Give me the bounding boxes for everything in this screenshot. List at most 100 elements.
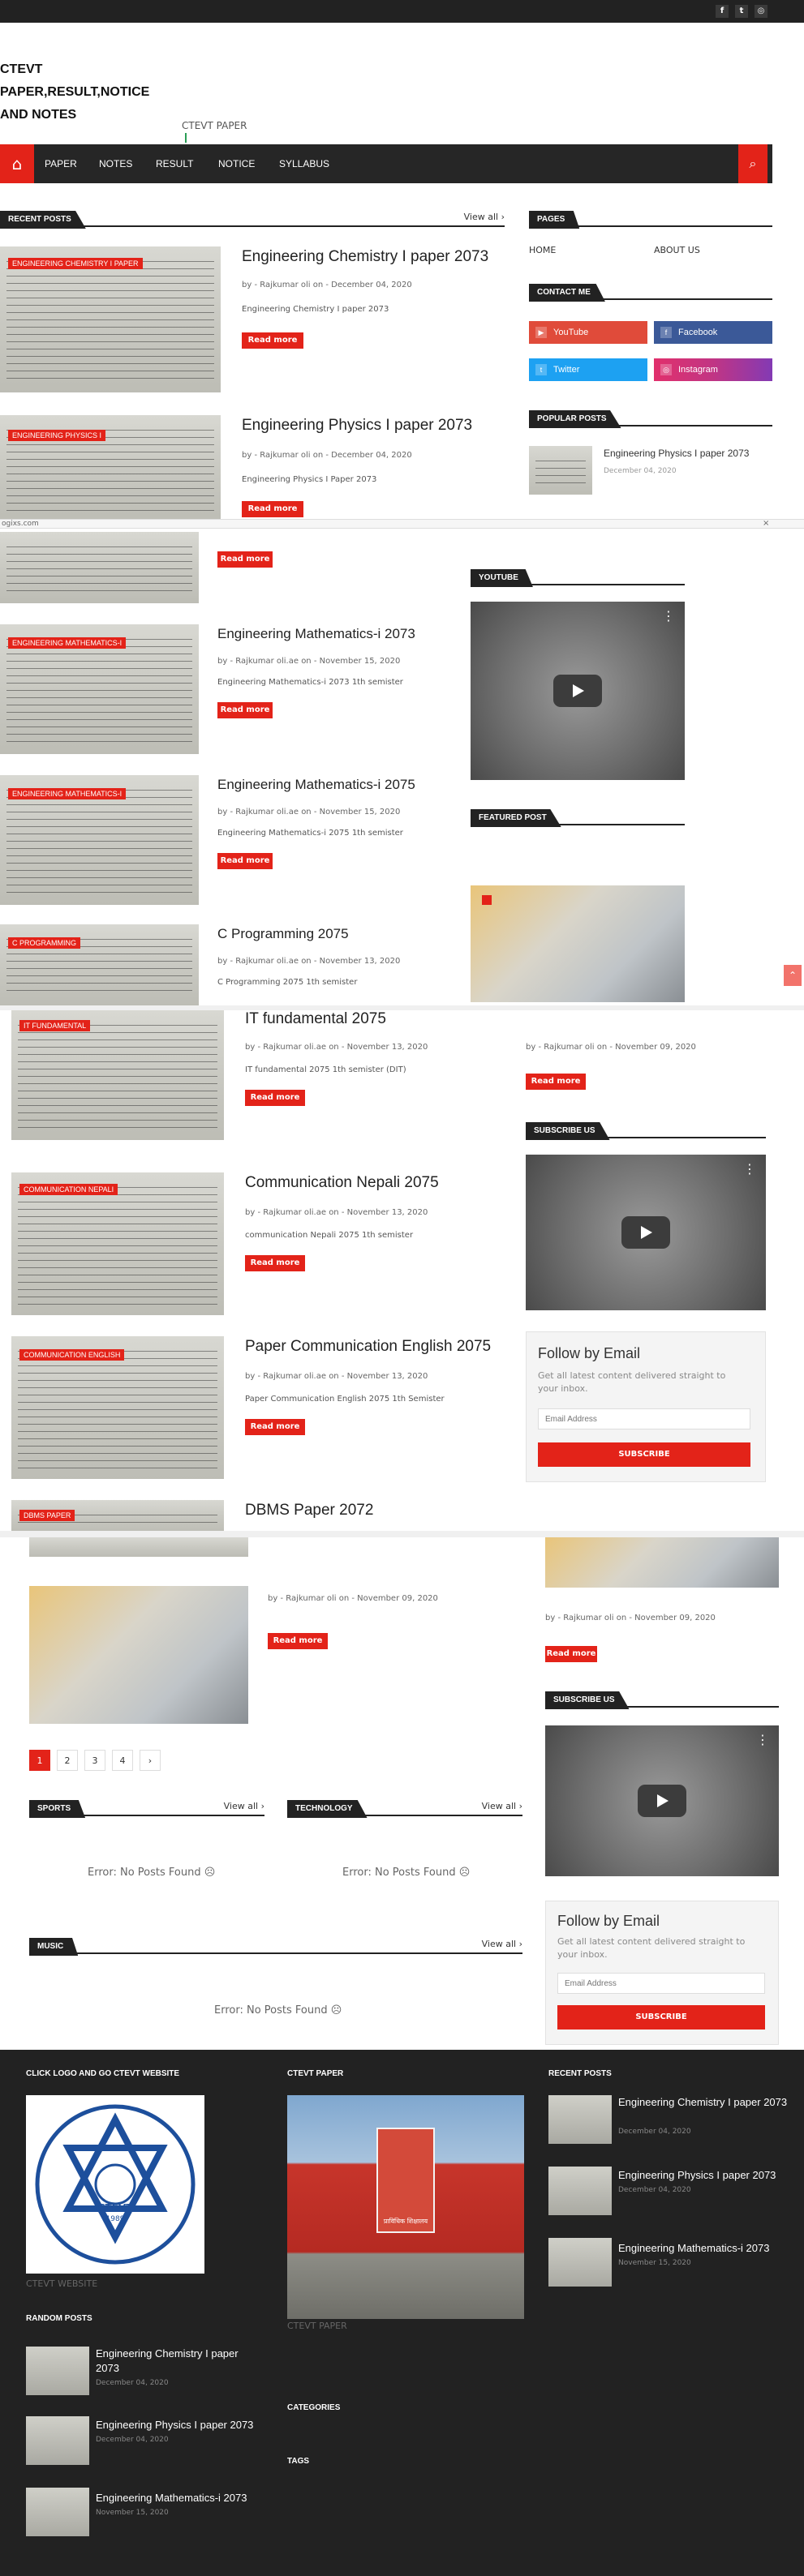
recent-post-title[interactable]: Engineering Physics I paper 2073 <box>618 2168 797 2183</box>
random-post-thumbnail[interactable] <box>26 2488 89 2536</box>
post-title[interactable]: Paper Communication English 2075 <box>245 1338 491 1356</box>
play-icon[interactable] <box>638 1785 686 1817</box>
next-page-button[interactable]: › <box>140 1750 161 1771</box>
nav-item-notes[interactable]: NOTES <box>99 144 132 183</box>
category-badge[interactable]: ENGINEERING MATHEMATICS-I <box>8 788 127 799</box>
post-title[interactable]: IT fundamental 2075 <box>245 1010 386 1028</box>
play-icon[interactable] <box>621 1216 670 1249</box>
category-badge[interactable]: COMMUNICATION ENGLISH <box>19 1349 125 1361</box>
read-more-button[interactable]: Read more <box>526 1074 586 1090</box>
view-all-link[interactable]: View all › <box>482 1801 522 1811</box>
post-title[interactable]: Engineering Physics I paper 2073 <box>242 417 472 435</box>
twitter-button[interactable]: t Twitter <box>529 358 647 381</box>
scroll-to-top-icon[interactable]: ⌃ <box>784 965 802 986</box>
post-thumbnail[interactable] <box>29 1586 248 1724</box>
post-title[interactable]: Engineering Mathematics-i 2075 <box>217 777 415 793</box>
category-badge[interactable]: IT FUNDAMENTAL <box>19 1020 91 1031</box>
instagram-icon[interactable]: ◎ <box>755 5 767 18</box>
read-more-button[interactable]: Read more <box>245 1255 305 1271</box>
post-meta: by - Rajkumar oli on - December 04, 2020 <box>242 451 412 460</box>
post-thumbnail[interactable] <box>29 1537 248 1557</box>
facebook-icon[interactable]: f <box>716 5 729 18</box>
page-1-button[interactable]: 1 <box>29 1750 50 1771</box>
email-input[interactable] <box>557 1973 765 1994</box>
instagram-button[interactable]: ◎ Instagram <box>654 358 772 381</box>
post-title[interactable]: C Programming 2075 <box>217 926 349 942</box>
read-more-button[interactable]: Read more <box>217 702 273 718</box>
page-4-button[interactable]: 4 <box>112 1750 133 1771</box>
read-more-button[interactable]: Read more <box>268 1633 328 1649</box>
post-excerpt: Engineering Physics I Paper 2073 <box>242 475 377 484</box>
recent-post-thumbnail[interactable] <box>548 2095 612 2144</box>
view-all-link[interactable]: View all › <box>224 1801 264 1811</box>
scroll-seam: ogixs.com × <box>0 519 804 529</box>
site-title-line: PAPER,RESULT,NOTICE <box>0 85 150 99</box>
featured-post-image[interactable] <box>545 1537 779 1588</box>
random-post-title[interactable]: Engineering Mathematics-i 2073 <box>96 2491 274 2505</box>
main-nav: ⌂ PAPER NOTES RESULT NOTICE SYLLABUS ⌕ <box>0 144 772 183</box>
close-icon[interactable]: × <box>763 519 769 528</box>
random-post-thumbnail[interactable] <box>26 2416 89 2465</box>
category-badge[interactable]: COMMUNICATION NEPALI <box>19 1184 118 1195</box>
nav-item-syllabus[interactable]: SYLLABUS <box>279 144 329 183</box>
email-input[interactable] <box>538 1408 750 1429</box>
recent-post-title[interactable]: Engineering Mathematics-i 2073 <box>618 2241 797 2256</box>
more-options-icon[interactable]: ⋮ <box>662 610 675 623</box>
post-title[interactable]: Engineering Mathematics-i 2073 <box>217 626 415 642</box>
youtube-video-embed[interactable]: ⋮ <box>471 602 685 780</box>
post-title[interactable]: Communication Nepali 2075 <box>245 1174 439 1192</box>
read-more-button[interactable]: Read more <box>245 1419 305 1435</box>
youtube-video-embed[interactable]: ⋮ <box>526 1155 766 1310</box>
page-2-button[interactable]: 2 <box>57 1750 78 1771</box>
view-all-link[interactable]: View all › <box>482 1939 522 1949</box>
popular-post-title[interactable]: Engineering Physics I paper 2073 <box>604 448 774 459</box>
read-more-button[interactable]: Read more <box>545 1646 597 1662</box>
recent-post-title[interactable]: Engineering Chemistry I paper 2073 <box>618 2095 797 2110</box>
nav-item-result[interactable]: RESULT <box>156 144 193 183</box>
category-badge[interactable]: ENGINEERING PHYSICS I <box>8 430 106 441</box>
ctevt-building-photo[interactable]: प्राविधिक शिक्षालय <box>287 2095 524 2319</box>
site-title[interactable]: CTEVT PAPER,RESULT,NOTICE AND NOTES <box>0 58 243 126</box>
play-icon[interactable] <box>553 675 602 707</box>
category-badge[interactable]: C PROGRAMMING <box>8 937 81 949</box>
facebook-button[interactable]: f Facebook <box>654 321 772 344</box>
nav-item-notice[interactable]: NOTICE <box>218 144 255 183</box>
more-options-icon[interactable]: ⋮ <box>756 1734 769 1747</box>
subscribe-button[interactable]: SUBSCRIBE <box>538 1442 750 1467</box>
twitter-icon[interactable]: t <box>735 5 748 18</box>
featured-post-image[interactable] <box>471 885 685 1002</box>
popular-post-thumbnail[interactable] <box>529 446 592 495</box>
more-options-icon[interactable]: ⋮ <box>743 1163 756 1176</box>
random-post-title[interactable]: Engineering Physics I paper 2073 <box>96 2418 274 2432</box>
site-tagline: CTEVT PAPER <box>182 120 247 131</box>
ctevt-logo[interactable]: CTEVT 1989 <box>26 2095 204 2274</box>
view-all-link[interactable]: View all › <box>464 212 505 222</box>
post-meta: by - Rajkumar oli on - November 09, 2020 <box>268 1594 438 1603</box>
subscribe-button[interactable]: SUBSCRIBE <box>557 2005 765 2030</box>
recent-post-thumbnail[interactable] <box>548 2167 612 2215</box>
read-more-button[interactable]: Read more <box>245 1090 305 1106</box>
read-more-button[interactable]: Read more <box>242 501 303 517</box>
read-more-button[interactable]: Read more <box>242 332 303 349</box>
page-3-button[interactable]: 3 <box>84 1750 105 1771</box>
pages-heading: PAGES <box>529 209 772 229</box>
category-badge[interactable]: ENGINEERING CHEMISTRY I PAPER <box>8 258 143 269</box>
search-icon[interactable]: ⌕ <box>738 144 767 183</box>
post-title[interactable]: DBMS Paper 2072 <box>245 1502 373 1519</box>
category-badge[interactable]: DBMS PAPER <box>19 1510 75 1521</box>
post-thumbnail[interactable] <box>0 924 199 1005</box>
post-title[interactable]: Engineering Chemistry I paper 2073 <box>242 248 488 266</box>
read-more-button[interactable]: Read more <box>217 551 273 568</box>
recent-post-thumbnail[interactable] <box>548 2238 612 2287</box>
post-thumbnail[interactable] <box>0 532 199 603</box>
page-link-home[interactable]: HOME <box>529 245 556 255</box>
page-link-about[interactable]: ABOUT US <box>654 245 700 255</box>
random-post-title[interactable]: Engineering Chemistry I paper 2073 <box>96 2347 258 2376</box>
youtube-video-embed[interactable]: ⋮ <box>545 1725 779 1876</box>
random-post-thumbnail[interactable] <box>26 2347 89 2395</box>
nav-item-paper[interactable]: PAPER <box>45 144 77 183</box>
youtube-button[interactable]: ▶ YouTube <box>529 321 647 344</box>
read-more-button[interactable]: Read more <box>217 853 273 869</box>
category-badge[interactable]: ENGINEERING MATHEMATICS-I <box>8 637 127 649</box>
home-icon[interactable]: ⌂ <box>0 144 34 183</box>
